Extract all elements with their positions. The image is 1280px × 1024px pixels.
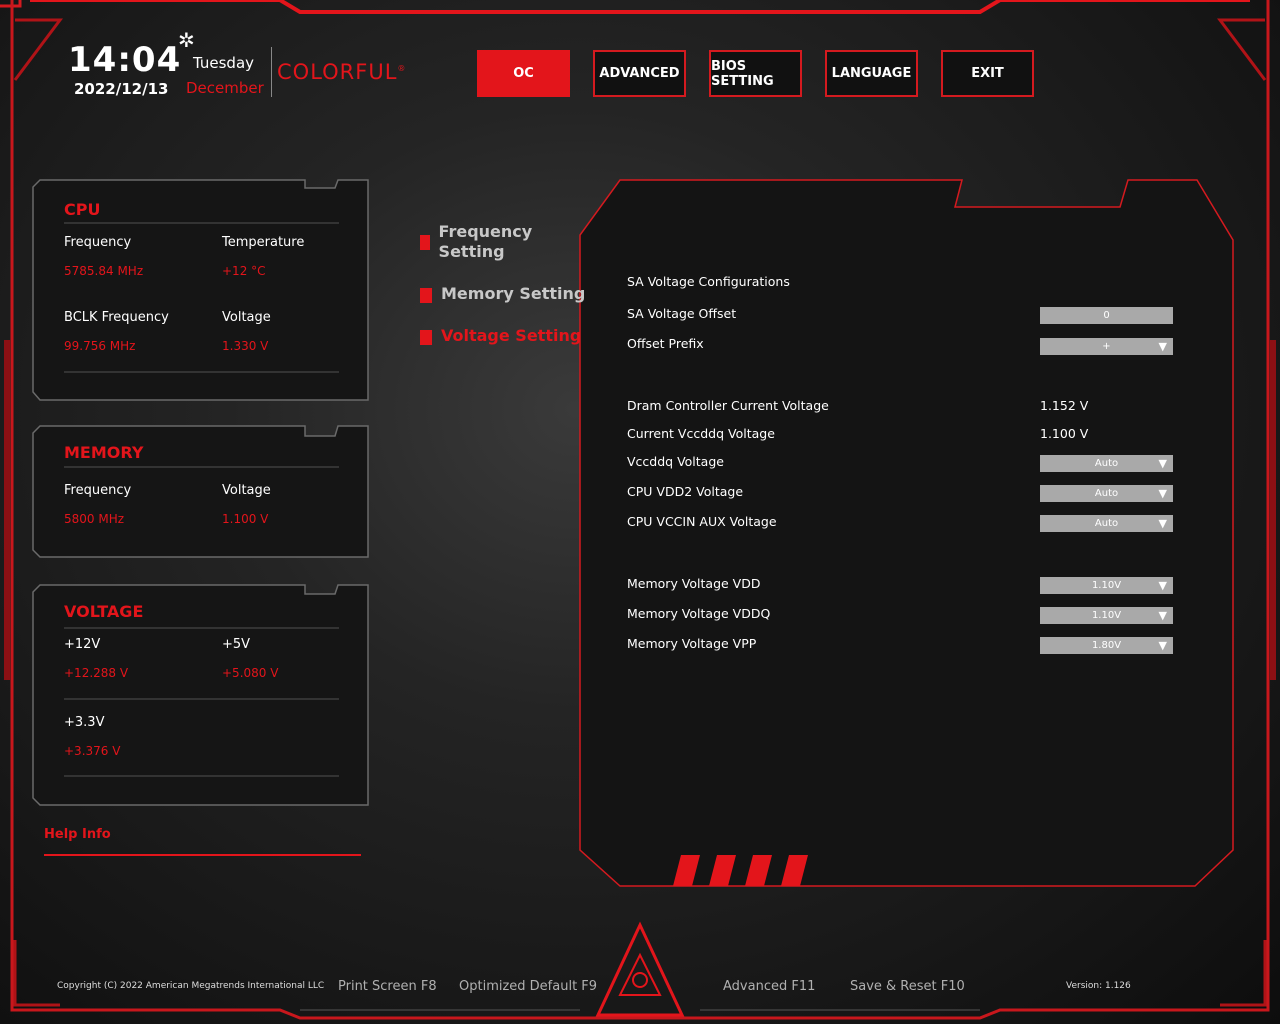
menu-memory-setting[interactable]: Memory Setting: [420, 284, 585, 304]
cpu-bottom-divider: [64, 371, 339, 373]
voltage-5v-value: +5.080 V: [222, 666, 279, 680]
cpu-bclk-value: 99.756 MHz: [64, 339, 136, 353]
sa-voltage-offset-label: SA Voltage Offset: [627, 306, 737, 321]
menu-voltage-setting-label: Voltage Setting: [441, 326, 582, 345]
chevron-down-icon: ▼: [1158, 487, 1167, 500]
cpu-frequency-value: 5785.84 MHz: [64, 264, 144, 278]
sa-voltage-offset-value: 0: [1103, 310, 1110, 321]
cpu-voltage-label: Voltage: [222, 310, 271, 325]
vccddq-voltage-value: Auto: [1094, 458, 1119, 469]
chevron-down-icon: ▼: [1158, 340, 1167, 353]
memory-voltage-vpp-value: 1.80V: [1091, 640, 1122, 651]
current-vccddq-voltage-label: Current Vccddq Voltage: [627, 426, 775, 441]
chevron-down-icon: ▼: [1158, 579, 1167, 592]
help-info-divider: [44, 854, 361, 856]
cpu-temperature-value: +12 °C: [222, 264, 266, 278]
cpu-vdd2-voltage-select[interactable]: Auto ▼: [1040, 485, 1173, 502]
cpu-vccin-aux-voltage-label: CPU VCCIN AUX Voltage: [627, 514, 777, 529]
cpu-vdd2-voltage-value: Auto: [1094, 488, 1119, 499]
optimized-default-hotkey[interactable]: Optimized Default F9: [459, 979, 597, 994]
offset-prefix-label: Offset Prefix: [627, 336, 704, 351]
voltage-panel-title: VOLTAGE: [64, 602, 144, 621]
chevron-down-icon: ▼: [1158, 639, 1167, 652]
voltage-12v-value: +12.288 V: [64, 666, 129, 680]
memory-voltage-vddq-select[interactable]: 1.10V ▼: [1040, 607, 1173, 624]
memory-voltage-vpp-label: Memory Voltage VPP: [627, 636, 757, 651]
voltage-12v-label: +12V: [64, 637, 101, 652]
menu-memory-setting-label: Memory Setting: [441, 284, 586, 303]
menu-marker: [420, 330, 432, 345]
vccddq-voltage-select[interactable]: Auto ▼: [1040, 455, 1173, 472]
memory-voltage-vdd-select[interactable]: 1.10V ▼: [1040, 577, 1173, 594]
memory-voltage-label: Voltage: [222, 483, 271, 498]
menu-marker: [420, 288, 432, 303]
memory-voltage-value: 1.100 V: [222, 512, 269, 526]
memory-voltage-vddq-value: 1.10V: [1091, 610, 1122, 621]
voltage-bottom-divider: [64, 775, 339, 777]
sa-voltage-offset-input[interactable]: 0: [1040, 307, 1173, 324]
memory-panel-title: MEMORY: [64, 443, 144, 462]
cpu-vccin-aux-voltage-value: Auto: [1094, 518, 1119, 529]
chevron-down-icon: ▼: [1158, 457, 1167, 470]
memory-voltage-vdd-value: 1.10V: [1091, 580, 1122, 591]
save-reset-hotkey[interactable]: Save & Reset F10: [850, 979, 965, 994]
cpu-bclk-label: BCLK Frequency: [64, 310, 169, 325]
copyright-text: Copyright (C) 2022 American Megatrends I…: [57, 981, 325, 991]
menu-marker: [420, 235, 430, 250]
offset-prefix-select[interactable]: + ▼: [1040, 338, 1173, 355]
cpu-vdd2-voltage-label: CPU VDD2 Voltage: [627, 484, 744, 499]
cpu-frequency-label: Frequency: [64, 235, 132, 250]
cpu-divider: [64, 222, 339, 224]
cpu-temperature-label: Temperature: [222, 235, 305, 250]
current-vccddq-voltage-value: 1.100 V: [1040, 426, 1089, 441]
advanced-hotkey[interactable]: Advanced F11: [723, 979, 815, 994]
voltage-33v-value: +3.376 V: [64, 744, 121, 758]
chevron-down-icon: ▼: [1158, 517, 1167, 530]
dram-controller-voltage-label: Dram Controller Current Voltage: [627, 398, 829, 413]
memory-voltage-vdd-label: Memory Voltage VDD: [627, 576, 761, 591]
version-text: Version: 1.126: [1066, 981, 1131, 991]
memory-frequency-label: Frequency: [64, 483, 132, 498]
voltage-5v-label: +5V: [222, 637, 251, 652]
memory-frequency-value: 5800 MHz: [64, 512, 125, 526]
menu-voltage-setting[interactable]: Voltage Setting: [420, 326, 581, 346]
sa-voltage-configurations-header: SA Voltage Configurations: [627, 274, 790, 289]
memory-divider: [64, 466, 339, 468]
voltage-divider: [64, 627, 339, 629]
menu-frequency-setting[interactable]: Frequency Setting: [420, 222, 570, 262]
cpu-vccin-aux-voltage-select[interactable]: Auto ▼: [1040, 515, 1173, 532]
cpu-panel-title: CPU: [64, 200, 101, 219]
memory-voltage-vddq-label: Memory Voltage VDDQ: [627, 606, 771, 621]
offset-prefix-value: +: [1102, 341, 1111, 352]
voltage-mid-divider: [64, 698, 339, 700]
menu-frequency-setting-label: Frequency Setting: [438, 222, 533, 261]
cpu-voltage-value: 1.330 V: [222, 339, 269, 353]
help-info-label: Help Info: [44, 827, 111, 842]
voltage-33v-label: +3.3V: [64, 715, 105, 730]
print-screen-hotkey[interactable]: Print Screen F8: [338, 979, 437, 994]
dram-controller-voltage-value: 1.152 V: [1040, 398, 1089, 413]
chevron-down-icon: ▼: [1158, 609, 1167, 622]
vccddq-voltage-label: Vccddq Voltage: [627, 454, 724, 469]
panel-outlines: [32, 179, 1234, 1017]
memory-voltage-vpp-select[interactable]: 1.80V ▼: [1040, 637, 1173, 654]
